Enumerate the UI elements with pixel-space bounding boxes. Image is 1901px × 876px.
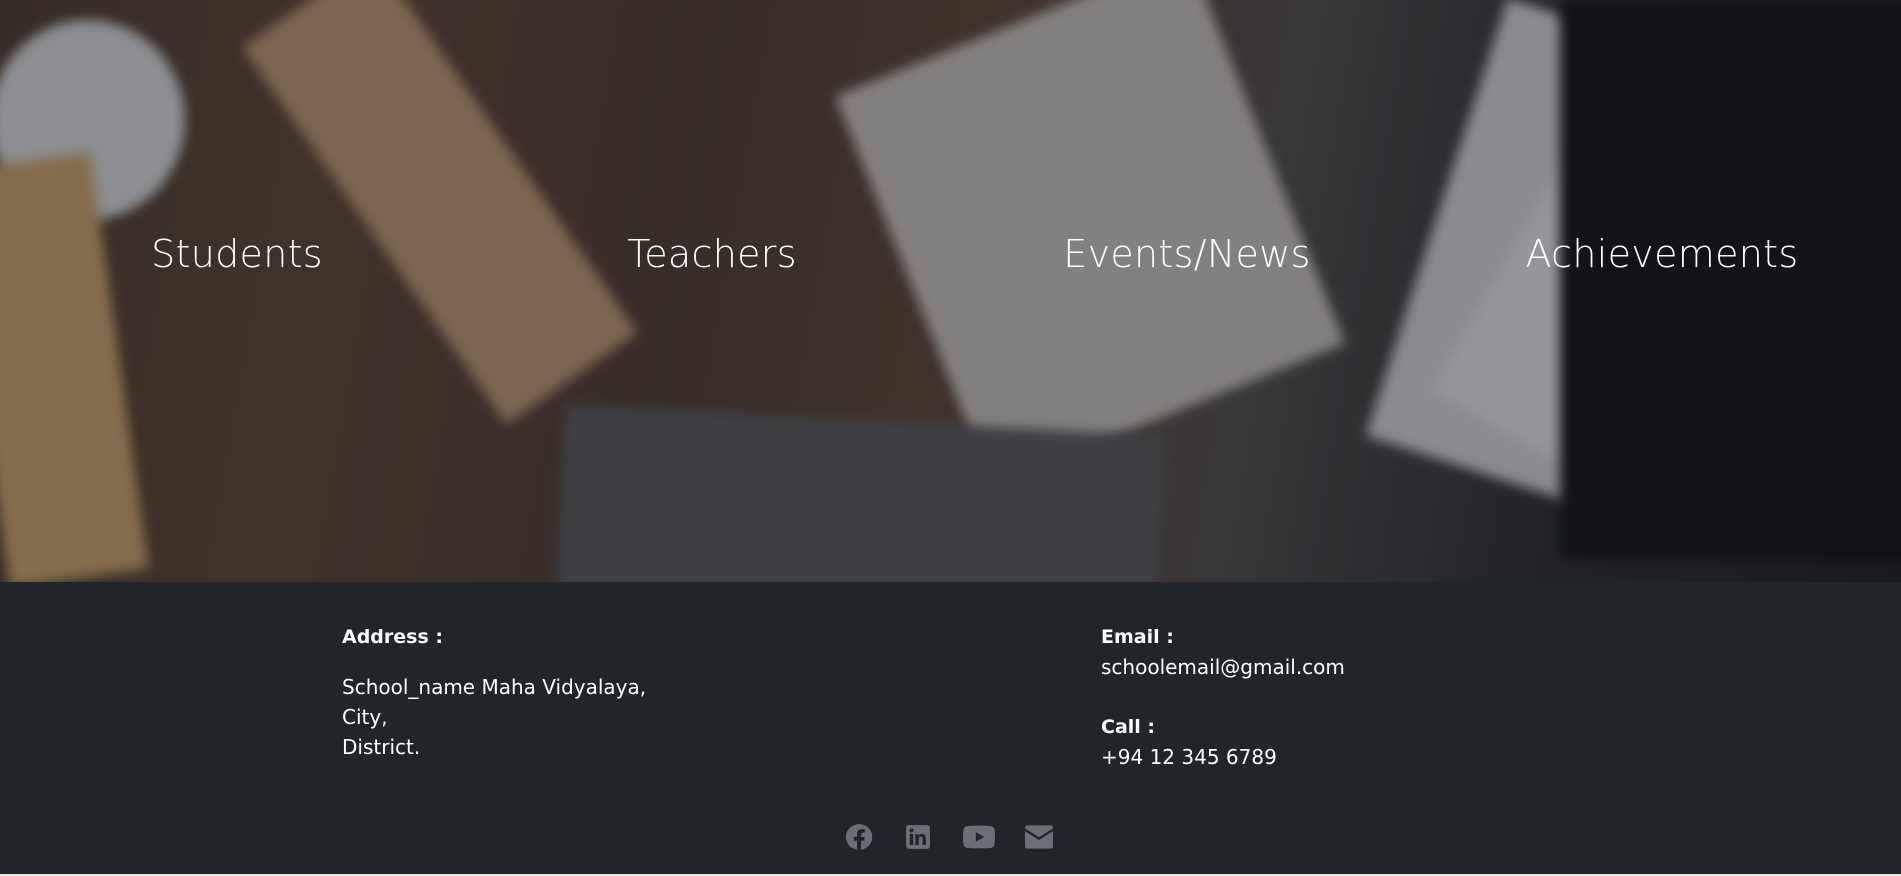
address-line: District. [342,735,421,759]
address-block: Address : School_name Maha Vidyalaya, Ci… [342,622,646,762]
teachers-link[interactable]: Teachers [627,232,797,276]
category-links: Students Teachers Events/News Achievemen… [0,232,1901,292]
hero-banner: Students Teachers Events/News Achievemen… [0,0,1901,582]
events-news-link[interactable]: Events/News [1063,232,1310,276]
call-label: Call : [1101,716,1156,738]
social-links [0,822,1901,862]
address-label: Address : [342,626,443,648]
contact-block: Email : schoolemail@gmail.com Call : +94… [1101,622,1345,772]
address-text: School_name Maha Vidyalaya, City, Distri… [342,672,646,762]
call-block: Call : +94 12 345 6789 [1101,712,1345,772]
facebook-icon[interactable] [844,822,874,852]
youtube-icon[interactable] [962,822,996,852]
envelope-icon[interactable] [1024,822,1054,852]
site-footer: Address : School_name Maha Vidyalaya, Ci… [0,582,1901,876]
address-line: School_name Maha Vidyalaya, [342,675,647,699]
email-value[interactable]: schoolemail@gmail.com [1101,652,1345,682]
phone-value[interactable]: +94 12 345 6789 [1101,742,1345,772]
students-link[interactable]: Students [151,232,323,276]
linkedin-icon[interactable] [903,822,933,852]
achievements-link[interactable]: Achievements [1526,232,1799,276]
email-label: Email : [1101,626,1174,648]
address-line: City, [342,705,388,729]
